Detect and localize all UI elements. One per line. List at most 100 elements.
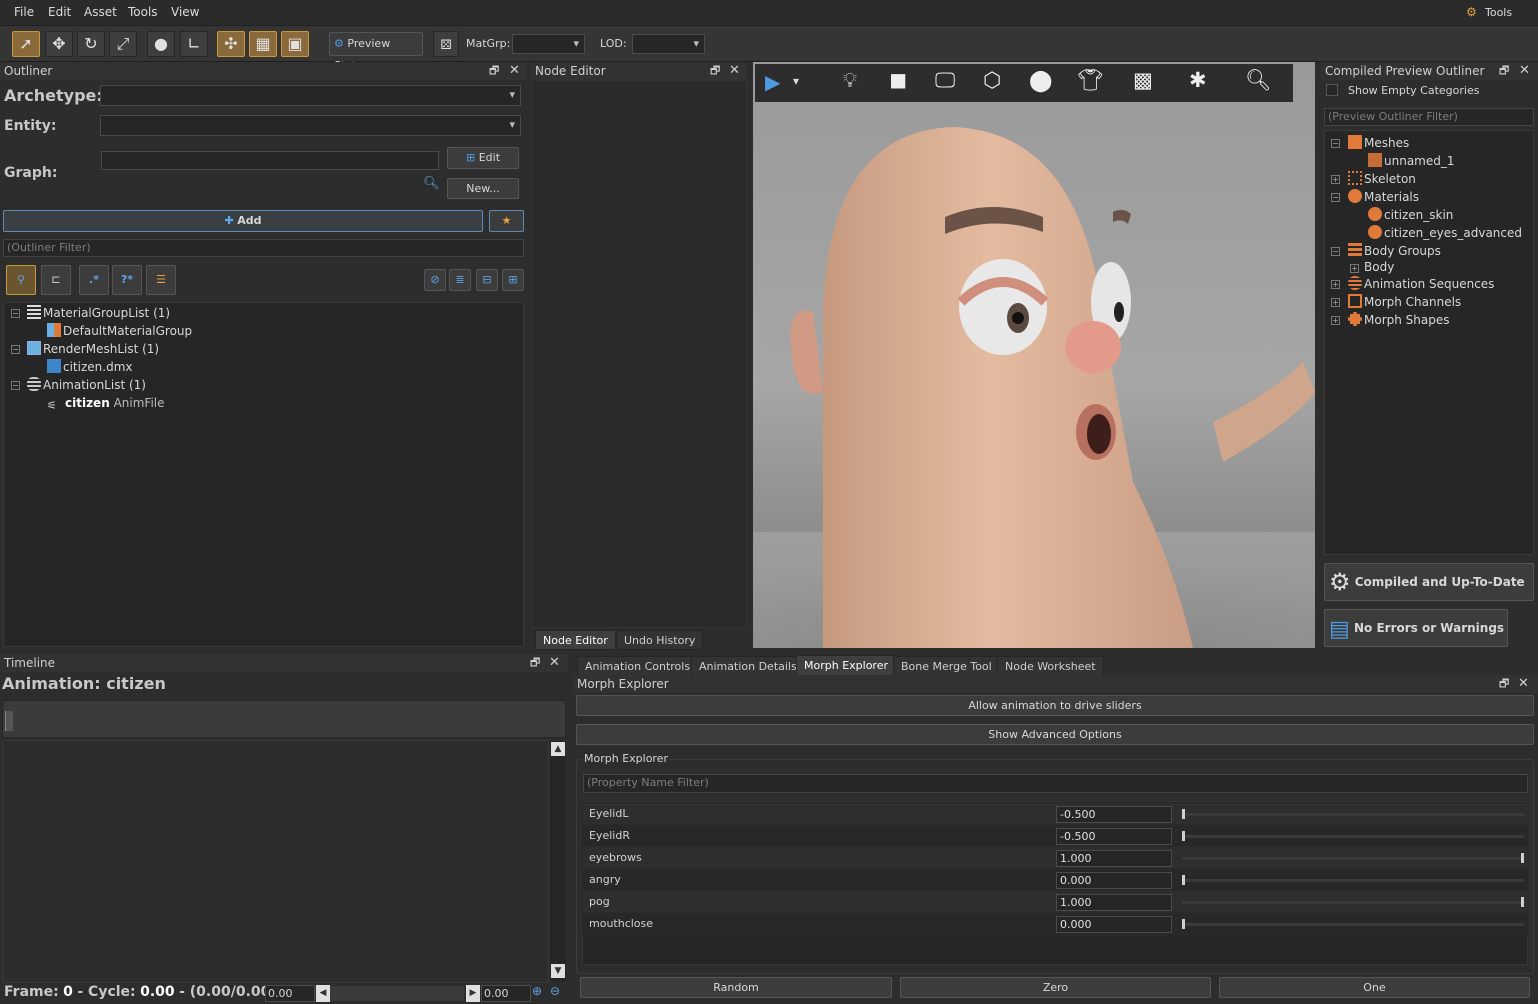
slider-thumb[interactable] [1182,831,1185,841]
collapse-toggle[interactable]: − [1331,247,1340,256]
graph-input[interactable] [101,151,439,170]
new-graph-button[interactable]: New... [447,178,519,199]
tree-item-citizen-skin[interactable]: citizen_skin [1368,206,1453,224]
float-icon[interactable]: 🗗 [530,654,540,672]
wildcard-button[interactable]: ?* [112,265,142,295]
move-tool-button[interactable]: ✥ [45,31,73,57]
zoom-out-icon[interactable]: ⊖ [550,984,560,998]
float-icon[interactable]: 🗗 [710,62,720,80]
scale-tool-button[interactable]: ⤢ [109,31,137,57]
random-button[interactable]: Random [580,977,892,998]
close-icon[interactable]: ✕ [549,654,560,672]
tools-button[interactable]: Tools [1485,6,1512,19]
menu-edit[interactable]: Edit [48,5,71,19]
add-button[interactable]: ✚ Add [3,210,483,232]
outliner-filter-input[interactable]: (Outliner Filter) [3,239,524,257]
tab-morph-explorer[interactable]: Morph Explorer [796,655,896,676]
errors-status-button[interactable]: ▤ No Errors or Warnings [1324,609,1508,647]
monitor-icon[interactable]: 🖵 [935,68,955,93]
slider-thumb[interactable] [1521,897,1524,907]
expand-all-button[interactable]: ⊞ [502,269,524,291]
morph-value-input[interactable]: 1.000 [1056,894,1172,911]
chevron-left-icon[interactable]: ◀ [316,985,330,1002]
tree-item-materialgrouplist[interactable]: MaterialGroupList (1) [27,304,170,322]
play-icon[interactable]: ▶ [765,70,780,94]
close-icon[interactable]: ✕ [1519,62,1530,80]
expand-toggle[interactable]: + [1331,298,1340,307]
compile-status-button[interactable]: ⚙ Compiled and Up-To-Date [1324,563,1534,601]
search-icon[interactable]: 🔍︎ [423,176,440,191]
end-time-input[interactable]: 0.00 [481,985,531,1002]
morph-slider[interactable] [1182,813,1524,816]
morph-value-input[interactable]: -0.500 [1056,828,1172,845]
expand-toggle[interactable]: + [1331,175,1340,184]
favorites-button[interactable]: ★ [489,210,524,232]
menu-tools[interactable]: Tools [128,5,158,19]
tree-item-citizen-dmx[interactable]: citizen.dmx [47,358,132,376]
snap-button-3[interactable]: ▣ [281,31,309,57]
viewport[interactable]: ▶ ▾ 💡︎ ◼ 🖵 ⬡ ⬤ 👕︎ ▩ ✱ 🔍︎ [753,62,1315,648]
float-icon[interactable]: 🗗 [489,62,499,80]
menu-asset[interactable]: Asset [84,5,117,19]
tree-item-morph-shapes[interactable]: Morph Shapes [1348,311,1450,329]
tab-node-worksheet[interactable]: Node Worksheet [997,656,1104,676]
tab-undo-history[interactable]: Undo History [616,630,704,650]
slider-thumb[interactable] [1182,875,1185,885]
lod-select[interactable] [632,34,705,54]
chevron-down-icon[interactable]: ▼ [551,964,565,978]
slider-thumb[interactable] [1182,809,1185,819]
tree-item-unnamed-1[interactable]: unnamed_1 [1368,152,1455,170]
collapse-all-button[interactable]: ⊟ [476,269,498,291]
hierarchy-view-button[interactable]: ⚲ [6,265,36,295]
tree-item-animationlist[interactable]: AnimationList (1) [27,376,146,394]
advanced-options-button[interactable]: Show Advanced Options [576,724,1534,745]
hide-button[interactable]: ⊘ [424,269,446,291]
morph-slider[interactable] [1182,835,1524,838]
morph-slider[interactable] [1182,857,1524,860]
node-editor-canvas[interactable] [531,80,747,628]
light-icon[interactable]: 💡︎ [843,68,857,92]
edit-graph-button[interactable]: ⊞ Edit [447,147,519,169]
playhead[interactable] [5,711,13,731]
tree-item-skeleton[interactable]: Skeleton [1348,170,1416,188]
shapes-icon[interactable]: ⬤ [1029,68,1053,92]
expand-toggle[interactable]: + [1331,316,1340,325]
morph-slider[interactable] [1182,923,1524,926]
close-icon[interactable]: ✕ [509,62,520,80]
dice-button[interactable]: ⚄ [433,31,459,57]
chevron-down-icon[interactable]: ▾ [793,74,799,88]
tree-item-morph-channels[interactable]: Morph Channels [1348,293,1461,311]
tree-item-materials[interactable]: Materials [1348,188,1419,206]
float-icon[interactable]: 🗗 [1499,675,1509,693]
collapse-toggle[interactable]: − [11,381,20,390]
matgrp-select[interactable] [512,34,585,54]
timeline-scrubber[interactable] [2,700,566,738]
cube-icon[interactable]: ◼ [889,68,907,93]
skeleton-icon[interactable]: ✱ [1189,68,1207,92]
axis-tool-button[interactable]: ∟ [180,31,208,57]
chevron-up-icon[interactable]: ▲ [551,742,565,756]
collapse-toggle[interactable]: − [1331,193,1340,202]
preview-outliner-filter[interactable]: (Preview Outliner Filter) [1324,108,1534,126]
start-time-input[interactable]: 0.00 [265,985,315,1002]
search-icon[interactable]: 🔍︎ [1245,68,1272,93]
morph-value-input[interactable]: 0.000 [1056,916,1172,933]
collapse-toggle[interactable]: − [11,345,20,354]
tree-item-animation-sequences[interactable]: Animation Sequences [1348,275,1494,293]
snap-button-2[interactable]: ▦ [249,31,277,57]
snap-button-1[interactable]: ✣ [217,31,245,57]
property-filter-input[interactable]: (Property Name Filter) [583,774,1528,793]
tree-item-meshes[interactable]: Meshes [1348,134,1409,152]
time-slider[interactable] [330,986,464,1001]
select-tool-button[interactable]: ➚ [12,31,40,57]
zero-button[interactable]: Zero [900,977,1211,998]
expand-toggle[interactable]: + [1331,280,1340,289]
tab-animation-controls[interactable]: Animation Controls [577,656,699,676]
wireframe-icon[interactable]: ⬡ [983,68,1001,92]
grid-icon[interactable]: ▩ [1133,68,1153,92]
morph-slider[interactable] [1182,901,1524,904]
morph-slider[interactable] [1182,879,1524,882]
tab-bone-merge-tool[interactable]: Bone Merge Tool [893,656,1000,676]
show-empty-checkbox[interactable] [1326,84,1338,96]
allow-animation-button[interactable]: Allow animation to drive sliders [576,695,1534,716]
